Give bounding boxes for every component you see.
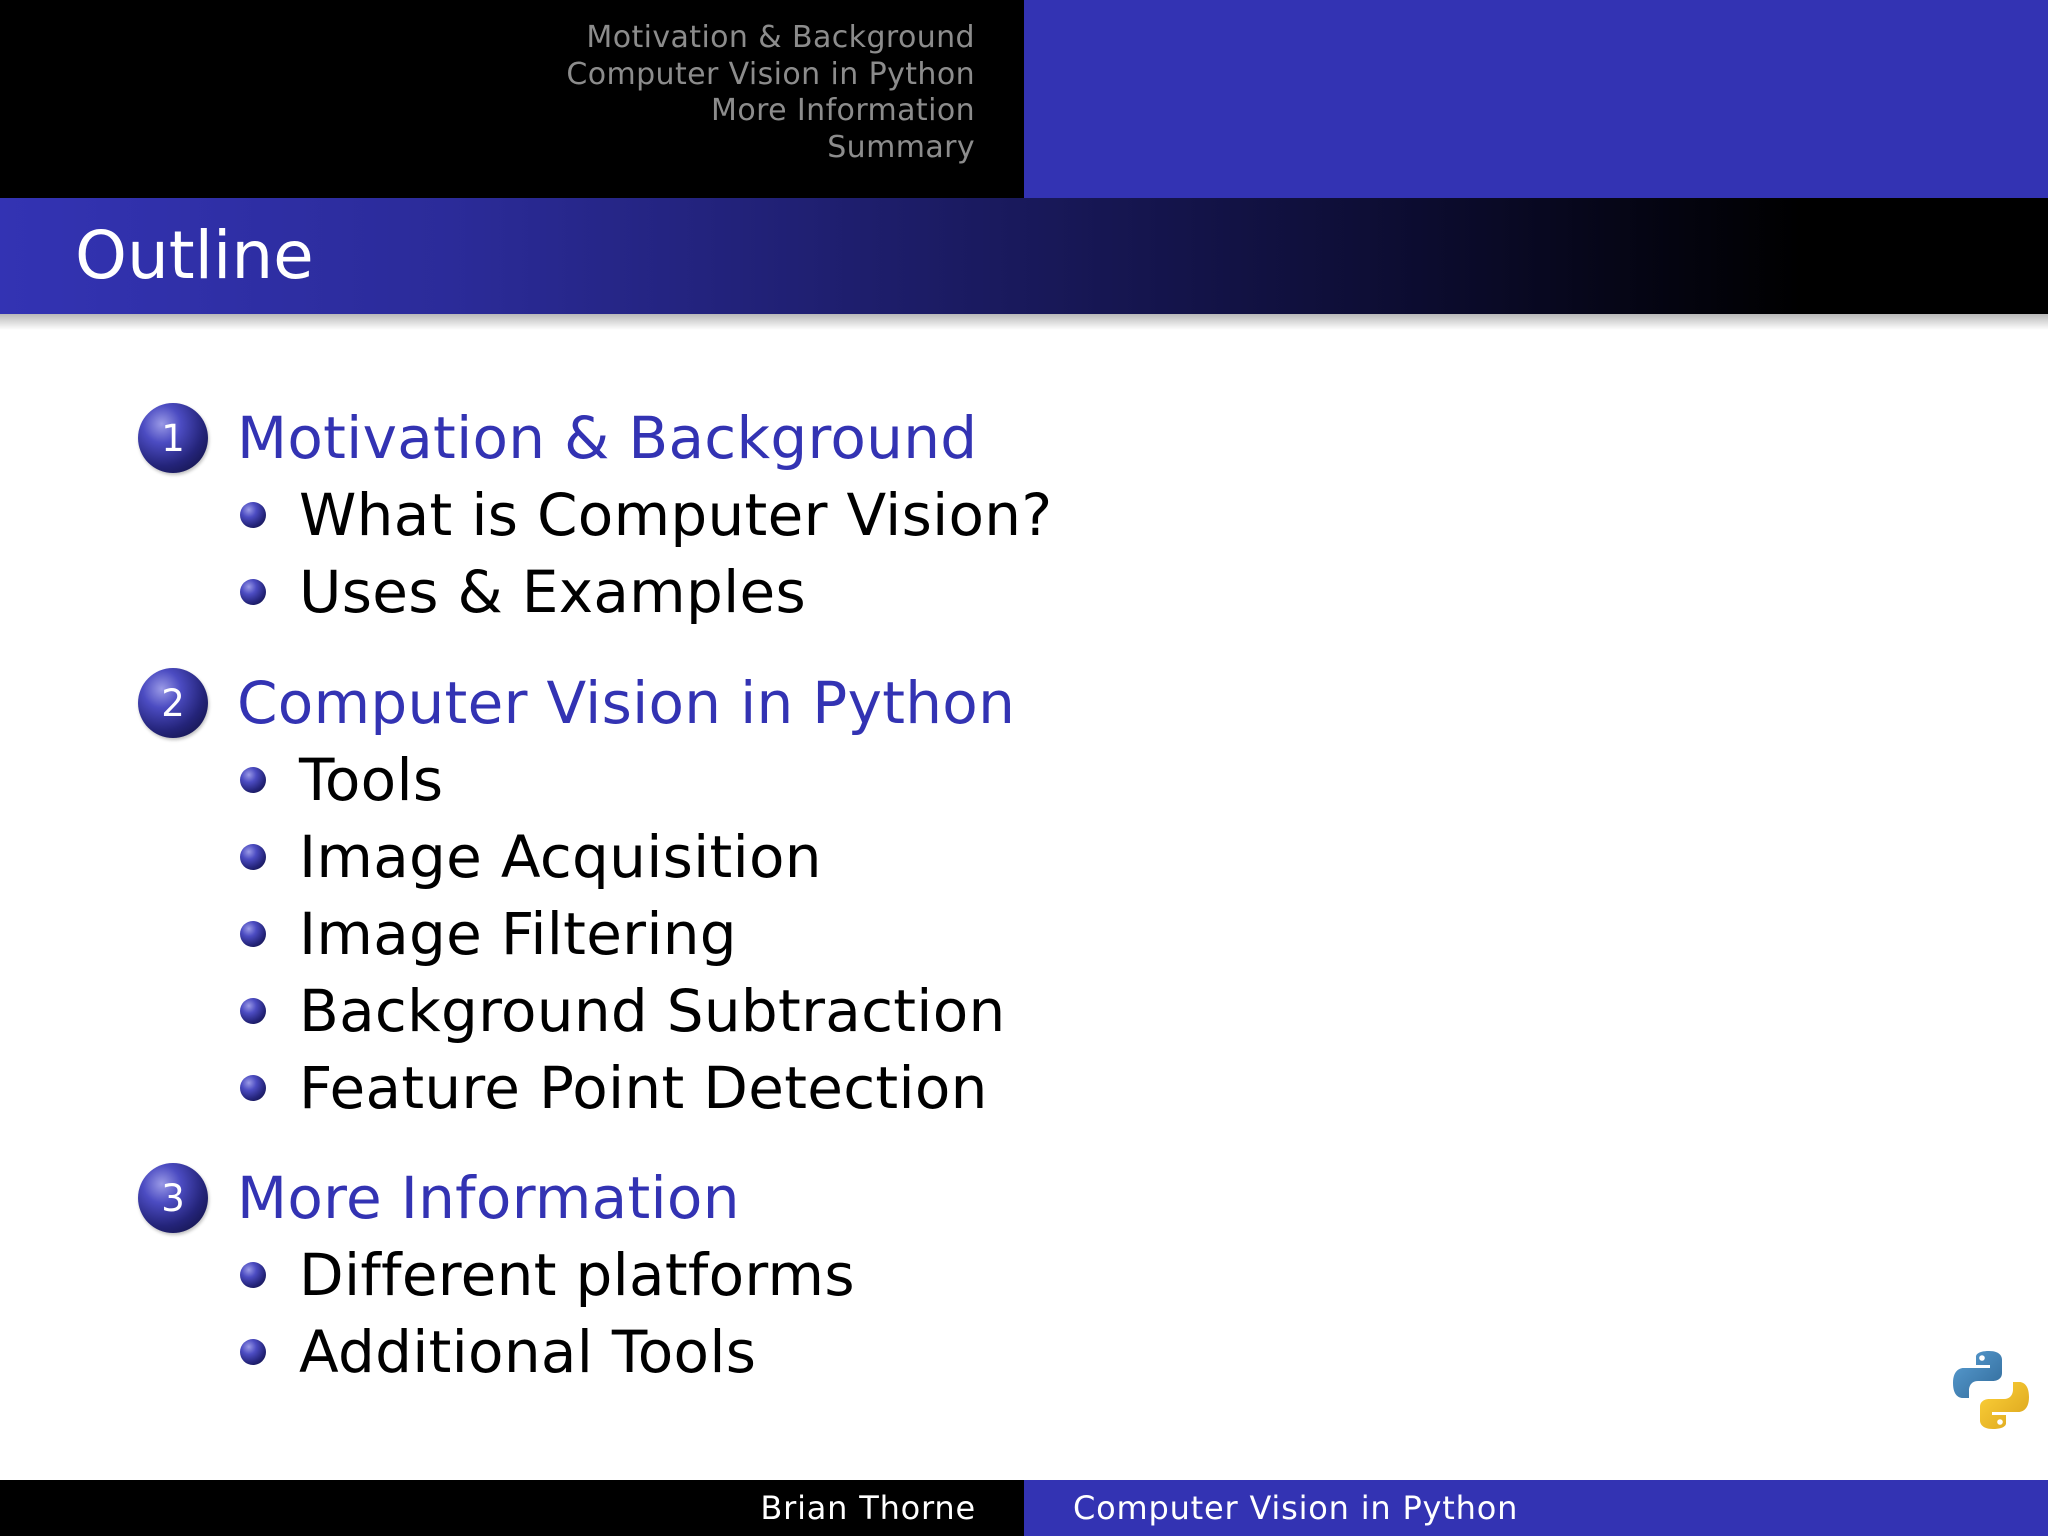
outline-section-2: 2 Computer Vision in Python Tools Image … [138,665,1015,1126]
subsection-item[interactable]: Feature Point Detection [240,1049,1015,1126]
footer-title: Computer Vision in Python [1073,1489,1519,1527]
footer-author: Brian Thorne [760,1489,976,1527]
subsection-title: Additional Tools [299,1317,757,1386]
subsection-title: Tools [299,745,444,814]
slide: Motivation & Background Computer Vision … [0,0,2048,1536]
nav-section-more-information[interactable]: More Information [566,93,975,130]
outline-section-3: 3 More Information Different platforms A… [138,1160,855,1390]
subsection-title: Feature Point Detection [299,1053,988,1122]
frame-title: Outline [75,217,314,294]
section-number-ball: 3 [138,1163,208,1233]
section-title-computer-vision[interactable]: Computer Vision in Python [237,669,1015,737]
subsection-item[interactable]: Tools [240,741,1015,818]
subsection-item[interactable]: Image Acquisition [240,818,1015,895]
footer-right-panel: Computer Vision in Python [1024,1480,2048,1536]
section-navigation: Motivation & Background Computer Vision … [566,20,975,166]
subsection-item[interactable]: Background Subtraction [240,972,1015,1049]
header-bar: Motivation & Background Computer Vision … [0,0,2048,198]
footer-left-panel: Brian Thorne [0,1480,1024,1536]
subsection-title: Background Subtraction [299,976,1006,1045]
subsection-title: Different platforms [299,1240,855,1309]
subsection-item[interactable]: Different platforms [240,1236,855,1313]
section-number-ball: 1 [138,403,208,473]
title-shadow [0,314,2048,330]
frame-title-bar: Outline [0,198,2048,314]
bullet-ball-icon [240,997,266,1024]
subsection-list: What is Computer Vision? Uses & Examples [138,476,1052,630]
bullet-ball-icon [240,920,266,947]
bullet-ball-icon [240,843,266,870]
python-logo-icon [1953,1351,2029,1429]
section-title-motivation[interactable]: Motivation & Background [237,404,977,472]
section-heading: 3 More Information [138,1160,855,1236]
subsection-item[interactable]: What is Computer Vision? [240,476,1052,553]
subsection-list: Different platforms Additional Tools [138,1236,855,1390]
section-title-more-information[interactable]: More Information [237,1164,740,1232]
bullet-ball-icon [240,766,266,793]
subsection-title: Image Acquisition [299,822,822,891]
section-heading: 1 Motivation & Background [138,400,1052,476]
header-left-panel: Motivation & Background Computer Vision … [0,0,1024,198]
bullet-ball-icon [240,1261,266,1288]
subsection-list: Tools Image Acquisition Image Filtering … [138,741,1015,1126]
bullet-ball-icon [240,1074,266,1101]
nav-section-summary[interactable]: Summary [566,130,975,167]
subsection-title: What is Computer Vision? [299,480,1053,549]
bullet-ball-icon [240,578,266,605]
subsection-title: Image Filtering [299,899,737,968]
subsection-title: Uses & Examples [299,557,807,626]
outline-section-1: 1 Motivation & Background What is Comput… [138,400,1052,630]
section-heading: 2 Computer Vision in Python [138,665,1015,741]
nav-section-motivation[interactable]: Motivation & Background [566,20,975,57]
bullet-ball-icon [240,1338,266,1365]
footer-bar: Brian Thorne Computer Vision in Python [0,1480,2048,1536]
subsection-item[interactable]: Image Filtering [240,895,1015,972]
section-number-ball: 2 [138,668,208,738]
header-right-panel [1024,0,2048,198]
subsection-item[interactable]: Additional Tools [240,1313,855,1390]
subsection-item[interactable]: Uses & Examples [240,553,1052,630]
bullet-ball-icon [240,501,266,528]
nav-section-computer-vision[interactable]: Computer Vision in Python [566,57,975,94]
